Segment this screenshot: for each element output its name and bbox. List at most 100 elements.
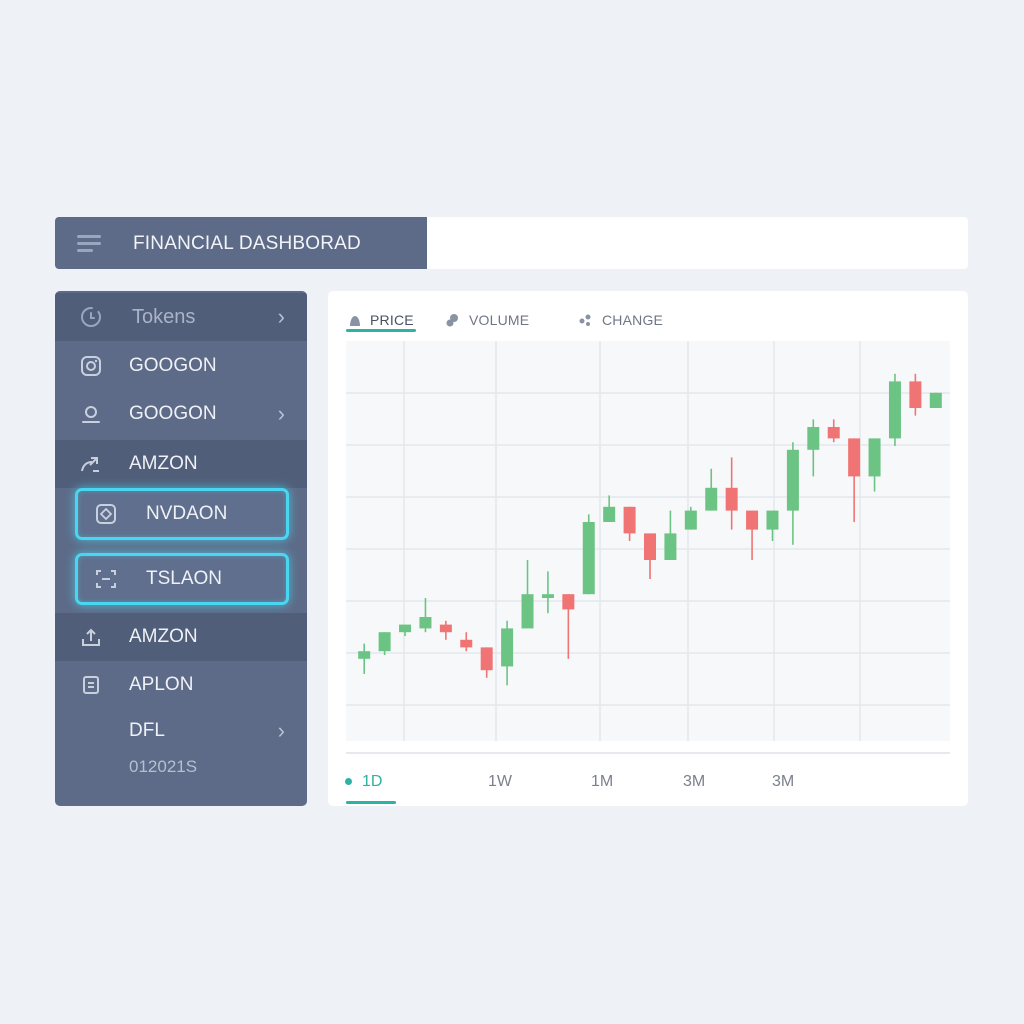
candle-body bbox=[725, 487, 738, 511]
candle-body bbox=[378, 632, 391, 652]
candle-up bbox=[399, 624, 412, 636]
range-3m-2[interactable]: 3M bbox=[772, 773, 794, 791]
dots-icon bbox=[578, 313, 594, 327]
sidebar-item-googon-2[interactable]: GOOGON › bbox=[55, 390, 307, 438]
candle-down bbox=[480, 647, 493, 678]
candle-body bbox=[582, 522, 595, 595]
tab-volume[interactable]: VOLUME bbox=[445, 307, 529, 333]
candle-body bbox=[521, 594, 534, 629]
user-icon bbox=[79, 402, 103, 426]
sidebar-item-label: AMZON bbox=[129, 626, 198, 647]
candle-up bbox=[684, 506, 697, 530]
candle-body bbox=[439, 624, 452, 633]
candle-up bbox=[888, 373, 901, 446]
sidebar-item-label: APLON bbox=[129, 674, 194, 695]
clock-icon bbox=[79, 305, 103, 329]
candle-up bbox=[868, 438, 881, 492]
candle-body bbox=[746, 510, 759, 530]
candle-body bbox=[909, 381, 922, 408]
candle-body bbox=[664, 533, 677, 560]
tab-change[interactable]: CHANGE bbox=[578, 307, 663, 333]
candle-up bbox=[664, 510, 677, 560]
sidebar-item-label: AMZON bbox=[129, 453, 198, 474]
header-bar: FINANCIAL DASHBORAD bbox=[55, 217, 968, 269]
candle-down bbox=[460, 632, 473, 652]
candle-up bbox=[582, 514, 595, 595]
sidebar-item-nvdaon[interactable]: NVDAON bbox=[75, 488, 289, 540]
candle-body bbox=[848, 438, 861, 477]
hamburger-menu-icon[interactable] bbox=[75, 232, 103, 254]
chip-icon bbox=[94, 502, 118, 526]
active-range-dot bbox=[345, 778, 352, 785]
candle-up bbox=[419, 598, 432, 633]
price-chart bbox=[346, 341, 950, 741]
candle-body bbox=[541, 594, 554, 598]
candle-down bbox=[644, 533, 656, 579]
range-active-indicator bbox=[346, 801, 396, 804]
candle-body bbox=[562, 594, 575, 610]
sidebar-item-label: DFL bbox=[129, 720, 165, 741]
candle-body bbox=[501, 628, 514, 667]
candle-body bbox=[480, 647, 493, 671]
candle-up bbox=[378, 632, 391, 655]
candle-up bbox=[521, 560, 534, 629]
candle-up bbox=[766, 510, 779, 541]
candle-up bbox=[807, 419, 820, 477]
header-title-block: FINANCIAL DASHBORAD bbox=[55, 217, 427, 269]
candle-up bbox=[603, 495, 616, 522]
sidebar-item-googon[interactable]: GOOGON bbox=[55, 342, 307, 390]
candle-down bbox=[746, 510, 759, 560]
candle-down bbox=[439, 620, 452, 640]
sidebar-item-tokens[interactable]: Tokens › bbox=[55, 293, 307, 341]
candle-down bbox=[725, 457, 738, 530]
candle-body bbox=[807, 427, 820, 450]
sidebar-item-amzon-2[interactable]: AMZON bbox=[55, 613, 307, 661]
scan-icon bbox=[94, 567, 118, 591]
sidebar-item-tslaon[interactable]: TSLAON bbox=[75, 553, 289, 605]
candle-body bbox=[929, 392, 942, 408]
range-1d[interactable]: 1D bbox=[362, 773, 382, 791]
sidebar-item-label: Tokens bbox=[132, 305, 196, 328]
sidebar-item-dfl[interactable]: DFL › bbox=[55, 707, 307, 755]
candle-down bbox=[848, 438, 861, 522]
candle-up bbox=[358, 643, 371, 674]
candle-body bbox=[684, 510, 697, 530]
candle-body bbox=[705, 487, 718, 511]
candle-down bbox=[623, 506, 636, 541]
candle-body bbox=[399, 624, 412, 633]
trend-icon bbox=[79, 452, 103, 476]
chevron-right-icon: › bbox=[277, 718, 285, 743]
sidebar: Tokens › GOOGON GOOGON › AMZON NVDAON TS… bbox=[55, 291, 307, 806]
sidebar-sub-label: 012021S bbox=[129, 757, 198, 776]
sidebar-item-amzon[interactable]: AMZON bbox=[55, 440, 307, 488]
tab-active-indicator bbox=[346, 329, 416, 332]
candle-down bbox=[909, 373, 922, 416]
candle-body bbox=[603, 506, 616, 522]
candle-body bbox=[786, 449, 799, 511]
sidebar-item-aplon[interactable]: APLON bbox=[55, 661, 307, 709]
chart-panel: PRICE VOLUME CHANGE 1D 1W 1M 3M 3M bbox=[328, 291, 968, 806]
candle-body bbox=[644, 533, 656, 560]
chevron-right-icon: › bbox=[277, 304, 285, 329]
sidebar-item-label: GOOGON bbox=[129, 403, 217, 424]
chevron-right-icon: › bbox=[277, 401, 285, 426]
range-3m[interactable]: 3M bbox=[683, 773, 705, 791]
page-title: FINANCIAL DASHBORAD bbox=[133, 233, 361, 254]
candle-body bbox=[766, 510, 779, 530]
candle-body bbox=[868, 438, 881, 477]
candle-up bbox=[541, 571, 554, 614]
candle-up bbox=[786, 442, 799, 545]
candle-body bbox=[888, 381, 901, 439]
range-divider bbox=[346, 752, 950, 754]
sidebar-item-label: NVDAON bbox=[146, 503, 228, 524]
tab-label: VOLUME bbox=[469, 312, 530, 328]
range-1m[interactable]: 1M bbox=[591, 773, 613, 791]
box-icon bbox=[79, 673, 103, 697]
candle-down bbox=[827, 419, 840, 443]
upload-icon bbox=[79, 625, 103, 649]
candle-body bbox=[827, 427, 840, 439]
range-1w[interactable]: 1W bbox=[488, 773, 512, 791]
bell-shape-icon bbox=[348, 313, 362, 327]
candle-up bbox=[501, 620, 514, 686]
tab-label: PRICE bbox=[370, 312, 414, 328]
